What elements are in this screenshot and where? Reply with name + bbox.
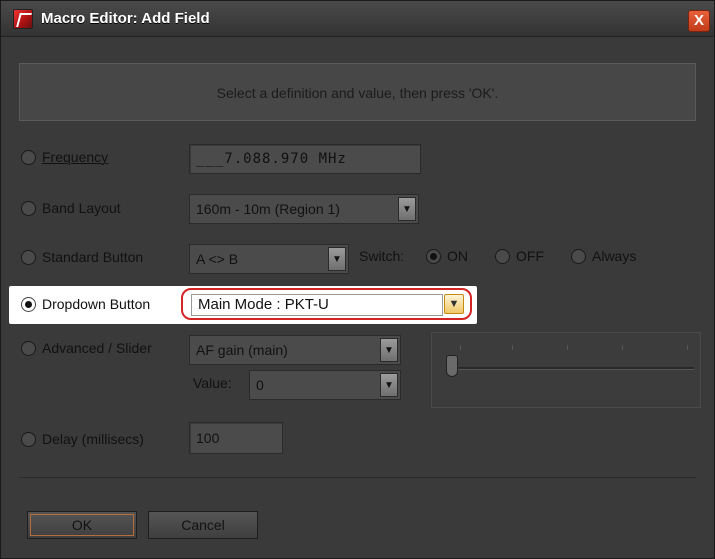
radio-button[interactable] [21,340,36,356]
dropdown-button-dropdown[interactable]: Main Mode : PKT-U ▼ [181,288,472,320]
radio-switch-on[interactable]: ON [426,248,468,264]
chevron-down-icon[interactable]: ▼ [398,197,416,221]
chevron-down-icon[interactable]: ▼ [380,338,398,362]
advanced-dropdown[interactable]: AF gain (main) ▼ [189,335,401,365]
chevron-down-icon[interactable]: ▼ [380,373,398,397]
frequency-input[interactable]: ___7.088.970 MHz [189,144,421,174]
radio-button[interactable] [571,248,586,264]
macro-editor-window: Macro Editor: Add Field X Select a defin… [0,0,715,559]
advanced-label: Advanced / Slider [42,340,152,356]
dropdown-button-label: Dropdown Button [42,296,151,312]
divider [19,477,696,478]
radio-button[interactable] [21,149,36,165]
value-dropdown[interactable]: 0 ▼ [249,370,401,400]
slider-tick [460,345,461,350]
slider-tick [567,345,568,350]
ok-button[interactable]: OK [27,511,137,539]
radio-advanced-slider[interactable]: Advanced / Slider [21,340,152,356]
app-logo-icon [13,9,33,29]
switch-always-label: Always [592,248,637,264]
radio-frequency[interactable]: Frequency [21,149,108,165]
slider-tick [512,345,513,350]
delay-label: Delay (millisecs) [42,431,144,447]
slider-tick [622,345,623,350]
value-label: Value: [193,375,232,391]
radio-switch-off[interactable]: OFF [495,248,544,264]
band-layout-value: 160m - 10m (Region 1) [196,201,340,217]
standard-button-value: A <> B [196,251,239,267]
radio-button[interactable] [21,296,36,312]
chevron-down-icon[interactable]: ▼ [328,247,346,271]
radio-button[interactable] [21,249,36,265]
radio-delay[interactable]: Delay (millisecs) [21,431,144,447]
slider-thumb[interactable] [446,355,458,377]
radio-dropdown-button[interactable]: Dropdown Button [21,296,150,312]
radio-button[interactable] [495,248,510,264]
band-layout-label: Band Layout [42,200,121,216]
radio-standard-button[interactable]: Standard Button [21,249,143,265]
radio-switch-always[interactable]: Always [571,248,636,264]
slider-panel [431,332,701,408]
slider-track[interactable] [454,367,694,370]
instruction-panel: Select a definition and value, then pres… [19,63,696,121]
advanced-value: AF gain (main) [196,342,288,358]
title-bar[interactable]: Macro Editor: Add Field X [1,1,714,37]
band-layout-dropdown[interactable]: 160m - 10m (Region 1) ▼ [189,194,419,224]
radio-button[interactable] [426,248,441,264]
delay-input[interactable]: 100 [189,422,283,454]
cancel-button[interactable]: Cancel [148,511,258,539]
radio-button[interactable] [21,200,36,216]
dropdown-button-value: Main Mode : PKT-U [191,294,443,316]
radio-band-layout[interactable]: Band Layout [21,200,121,216]
switch-label: Switch: [359,248,405,264]
switch-on-label: ON [447,248,468,264]
value-dropdown-value: 0 [256,377,264,393]
radio-button[interactable] [21,431,36,447]
frequency-label: Frequency [42,149,109,165]
window-title: Macro Editor: Add Field [41,10,210,27]
standard-button-label: Standard Button [42,249,144,265]
close-button[interactable]: X [688,10,710,32]
standard-button-dropdown[interactable]: A <> B ▼ [189,244,349,274]
chevron-down-icon[interactable]: ▼ [444,294,464,314]
slider-tick [687,345,688,350]
switch-off-label: OFF [516,248,544,264]
